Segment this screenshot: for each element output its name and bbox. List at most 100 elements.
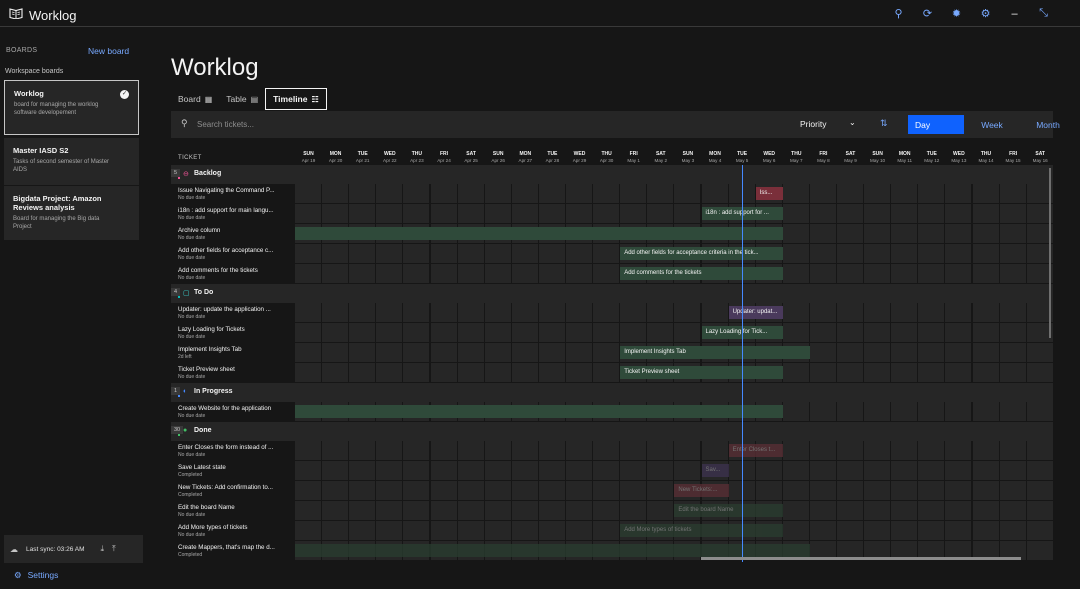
ticket-row[interactable]: Add More types of tickets No due date Add …	[171, 521, 1053, 541]
group-header[interactable]: ● Done 30	[171, 422, 1053, 441]
sort-order-icon[interactable]: ⇅	[880, 118, 888, 129]
board-card-master-iasd[interactable]: Master IASD S2 Tasks of second semester …	[4, 138, 139, 185]
view-month[interactable]: Month	[1020, 115, 1076, 134]
ticket-row[interactable]: Lazy Loading for Tickets No due date Lazy …	[171, 323, 1053, 343]
ticket-bar[interactable]: Ticket Preview sheet	[620, 366, 783, 379]
day-cell	[538, 521, 566, 541]
day-cell	[945, 204, 973, 224]
ticket-bar[interactable]: Add More types of tickets	[620, 524, 783, 537]
ticket-bar[interactable]	[295, 405, 783, 418]
ticket-row[interactable]: Add other fields for acceptance c... No d…	[171, 244, 1053, 264]
ticket-row[interactable]: Updater: update the application ... No du…	[171, 303, 1053, 323]
ticket-row[interactable]: i18n : add support for main langu... No d…	[171, 204, 1053, 224]
ticket-bar[interactable]	[295, 544, 810, 557]
group-header[interactable]: ⊖ Backlog 5	[171, 165, 1053, 184]
ticket-row[interactable]: Implement Insights Tab 2d left Implement I…	[171, 343, 1053, 363]
view-week[interactable]: Week	[964, 115, 1020, 134]
ticket-label: Lazy Loading for Tickets No due date	[178, 326, 290, 340]
day-cell	[322, 264, 350, 284]
ticket-bar[interactable]	[295, 227, 783, 240]
minimize-icon[interactable]: –	[1008, 8, 1021, 20]
ticket-bar[interactable]: Enter Closes t...	[728, 444, 783, 457]
ticket-row[interactable]: Enter Closes the form instead of ... No d…	[171, 441, 1053, 461]
day-cell	[837, 204, 865, 224]
day-cell	[376, 323, 404, 343]
day-header: FRI May 8	[810, 151, 837, 163]
refresh-icon[interactable]: ⟳	[921, 7, 934, 20]
day-cell	[972, 343, 1000, 363]
day-cell	[538, 461, 566, 481]
ticket-row[interactable]: Ticket Preview sheet No due date Ticket Pr…	[171, 363, 1053, 383]
ticket-bar[interactable]: New Tickets:...	[674, 484, 729, 497]
day-date: Apr 20	[328, 158, 343, 163]
tab-board[interactable]: Board ▦	[171, 88, 219, 110]
ticket-row[interactable]: Edit the board Name No due date Edit the b…	[171, 501, 1053, 521]
chevron-down-icon[interactable]: ⌄	[849, 118, 856, 127]
ticket-title: New Tickets: Add confirmation to...	[178, 484, 273, 491]
ticket-row[interactable]: Issue Navigating the Command P... No due …	[171, 184, 1053, 204]
day-name: SUN	[682, 151, 694, 157]
search-icon[interactable]: ⚲	[892, 7, 905, 20]
settings-link[interactable]: ⚙ Settings	[14, 570, 58, 581]
day-cell	[403, 343, 431, 363]
board-card-bigdata[interactable]: Bigdata Project: Amazon Reviews analysis…	[4, 186, 139, 240]
ticket-title: Add other fields for acceptance c...	[178, 247, 274, 254]
day-date: May 1	[627, 158, 640, 163]
day-cell	[674, 184, 702, 204]
day-cell	[376, 481, 404, 501]
day-cell	[999, 264, 1027, 284]
ticket-row[interactable]: Create Website for the application No due…	[171, 402, 1053, 422]
ticket-label: Add More types of tickets No due date	[178, 524, 290, 538]
day-name: MON	[329, 151, 342, 157]
day-cell	[511, 521, 539, 541]
day-cell	[349, 323, 377, 343]
day-date: May 2	[654, 158, 668, 163]
day-cell	[457, 323, 485, 343]
day-cell	[972, 323, 1000, 343]
horizontal-scrollbar[interactable]	[701, 557, 1021, 560]
day-cell	[999, 224, 1027, 244]
view-day[interactable]: Day	[908, 115, 964, 134]
ticket-bar[interactable]: Updater: updat...	[728, 306, 783, 319]
day-cell	[322, 481, 350, 501]
day-cell	[674, 441, 702, 461]
vertical-scrollbar[interactable]	[1049, 168, 1051, 338]
search-input[interactable]	[197, 116, 757, 133]
ticket-row[interactable]: New Tickets: Add confirmation to... Compl…	[171, 481, 1053, 501]
settings-icon[interactable]: ⚙	[979, 7, 992, 20]
day-cell	[403, 481, 431, 501]
tab-timeline[interactable]: Timeline ☷	[265, 88, 327, 110]
group-header[interactable]: ◐ In Progress 1	[171, 383, 1053, 402]
tab-label: Table	[226, 94, 247, 104]
ticket-bar[interactable]: Sav...	[701, 464, 729, 477]
download-icon[interactable]: ⤓	[101, 544, 105, 554]
tab-table[interactable]: Table ▤	[219, 88, 265, 110]
day-cell	[484, 184, 512, 204]
ticket-bar[interactable]: Implement Insights Tab	[620, 346, 810, 359]
day-cell	[782, 264, 810, 284]
ticket-bar[interactable]: Iss...	[755, 187, 783, 200]
day-cell	[457, 501, 485, 521]
day-name: THU	[411, 151, 423, 157]
day-cell	[620, 461, 648, 481]
day-cell	[322, 323, 350, 343]
ticket-row[interactable]: Archive column No due date	[171, 224, 1053, 244]
day-cell	[918, 343, 946, 363]
upload-icon[interactable]: ⤒	[112, 544, 116, 554]
ticket-bar[interactable]: Edit the board Name	[674, 504, 783, 517]
ticket-due: No due date	[178, 374, 206, 380]
new-board-link[interactable]: New board	[88, 46, 129, 56]
day-date: Apr 19	[301, 158, 316, 163]
board-card-worklog[interactable]: Worklog board for managing the worklog s…	[4, 80, 139, 135]
group-header[interactable]: ▢ To Do 4	[171, 284, 1053, 303]
collapse-icon[interactable]: ⤡	[1037, 7, 1050, 20]
sort-select[interactable]: Priority	[800, 119, 826, 129]
day-cell	[349, 184, 377, 204]
ticket-bar[interactable]: Add comments for the tickets	[620, 267, 783, 280]
ticket-row[interactable]: Add comments for the tickets No due date A…	[171, 264, 1053, 284]
day-cell	[945, 343, 973, 363]
day-cell	[809, 323, 837, 343]
brightness-icon[interactable]: ✹	[950, 7, 963, 20]
ticket-row[interactable]: Save Latest state Completed Sav...	[171, 461, 1053, 481]
ticket-bar[interactable]: Add other fields for acceptance criteria…	[620, 247, 783, 260]
